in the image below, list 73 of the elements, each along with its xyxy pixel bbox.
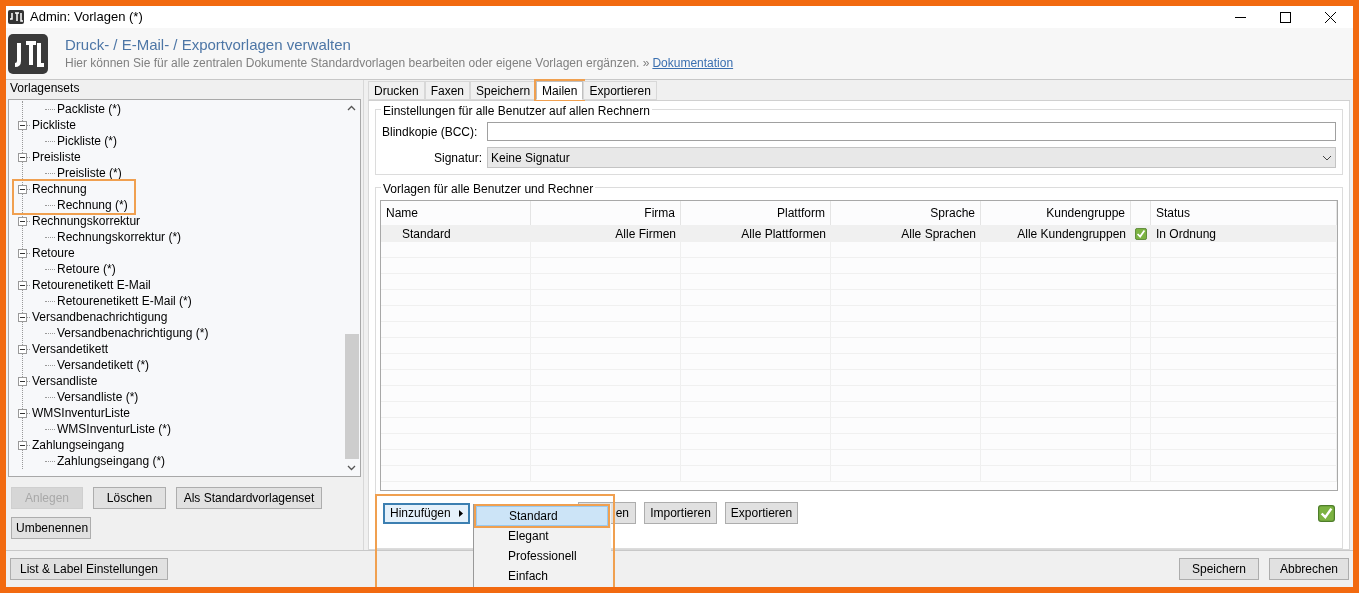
tree-item[interactable]: Retoure (*) — [57, 260, 116, 278]
button[interactable]: Speichern — [1179, 558, 1259, 580]
table-cell-text: Alle Plattformen — [740, 226, 827, 243]
window-title: Admin: Vorlagen (*) — [30, 8, 143, 27]
tree-item[interactable]: Rechnung — [32, 180, 87, 198]
collapse-icon[interactable] — [18, 376, 27, 386]
tree-item[interactable]: Zahlungseingang — [32, 436, 125, 454]
tree-item[interactable]: Versandbenachrichtigung (*) — [57, 324, 209, 342]
button[interactable]: Als Standardvorlagenset — [176, 487, 322, 509]
tree-item[interactable]: WMSInventurListe — [32, 404, 131, 422]
page-title: Druck- / E-Mail- / Exportvorlagen verwalten — [65, 35, 352, 54]
tree-item[interactable]: Retourenetikett E-Mail — [32, 276, 151, 294]
signature-dropdown[interactable]: Keine Signatur — [487, 147, 1336, 168]
section-title: Vorlagensets — [10, 81, 81, 96]
collapse-icon[interactable] — [18, 280, 27, 290]
bcc-input-field[interactable] — [487, 122, 1336, 141]
scroll-down-icon[interactable] — [347, 465, 356, 471]
tree-item[interactable]: WMSInventurListe (*) — [57, 420, 172, 438]
tree-item[interactable]: Zahlungseingang (*) — [57, 452, 166, 470]
tree-item[interactable]: Rechnung (*) — [57, 196, 128, 214]
button[interactable]: Importieren — [644, 502, 717, 524]
menu-item[interactable]: Standard — [476, 506, 608, 526]
collapse-icon[interactable] — [18, 120, 27, 130]
table-cell-text: In Ordnung — [1155, 226, 1218, 243]
tree-item[interactable]: Versandliste (*) — [57, 388, 139, 406]
tree-item[interactable]: Versandetikett — [32, 340, 109, 358]
button[interactable]: List & Label Einstellungen — [10, 558, 168, 580]
tree-item[interactable]: Versandbenachrichtigung — [32, 308, 168, 326]
tree-item[interactable]: Pickliste (*) — [57, 132, 117, 150]
table-cell-text: Alle Firmen — [614, 226, 677, 243]
collapse-icon[interactable] — [18, 312, 27, 322]
button[interactable]: Umbenennen — [11, 517, 91, 539]
collapse-icon[interactable] — [18, 216, 27, 226]
tab[interactable]: Mailen — [536, 81, 584, 100]
close-icon[interactable] — [1325, 11, 1336, 23]
collapse-icon[interactable] — [18, 184, 27, 194]
collapse-icon[interactable] — [18, 248, 27, 258]
table-cell-text: Alle Sprachen — [900, 226, 977, 243]
tab[interactable]: Drucken — [368, 81, 425, 100]
page-subtitle: Hier können Sie für alle zentralen Dokumente Standardvorlagen bearbeiten oder eigene Vorlagen ergänzen. » — [65, 55, 650, 72]
tree-item[interactable]: Packliste (*) — [57, 100, 121, 118]
table-row[interactable]: Standard Alle Firmen Alle Plattformen Alle Sprachen Alle Kundengruppen In Ordnung — [381, 225, 1337, 242]
collapse-icon[interactable] — [18, 408, 27, 418]
button[interactable]: Exportieren — [725, 502, 798, 524]
tree-item[interactable]: Pickliste — [32, 116, 76, 134]
button[interactable]: Löschen — [93, 487, 166, 509]
tab[interactable]: Faxen — [424, 81, 471, 100]
tree-item[interactable]: Preisliste — [32, 148, 81, 166]
table-cell-text: Alle Kundengruppen — [1016, 226, 1127, 243]
button[interactable]: Abbrechen — [1269, 558, 1349, 580]
documentation-link[interactable]: Dokumentation — [652, 54, 734, 72]
chevron-down-icon — [1322, 154, 1332, 161]
maximize-icon[interactable] — [1280, 11, 1291, 23]
caret-right-icon — [459, 509, 463, 517]
add-button[interactable]: Hinzufügen — [383, 502, 470, 524]
scroll-up-icon[interactable] — [347, 105, 356, 111]
menu-item[interactable]: Professionell — [476, 546, 611, 566]
table-cell-text: Standard — [401, 226, 452, 243]
tree-item[interactable]: Rechnungskorrektur — [32, 212, 141, 230]
menu-item[interactable]: Elegant — [476, 526, 611, 546]
menu-item[interactable]: Einfach — [476, 566, 611, 586]
tree-item[interactable]: Rechnungskorrektur (*) — [57, 228, 182, 246]
collapse-icon[interactable] — [18, 440, 27, 450]
tree-item[interactable]: Retoure — [32, 244, 75, 262]
field-label: Blindkopie (BCC): — [382, 123, 479, 141]
tab[interactable]: Exportieren — [583, 81, 657, 100]
collapse-icon[interactable] — [18, 344, 27, 354]
tree-item[interactable]: Versandliste — [32, 372, 98, 390]
collapse-icon[interactable] — [18, 152, 27, 162]
tree-item[interactable]: Retourenetikett E-Mail (*) — [57, 292, 192, 310]
field-label: Signatur: — [432, 149, 482, 167]
tab[interactable]: Speichern — [470, 81, 537, 100]
tree-item[interactable]: Versandetikett (*) — [57, 356, 150, 374]
